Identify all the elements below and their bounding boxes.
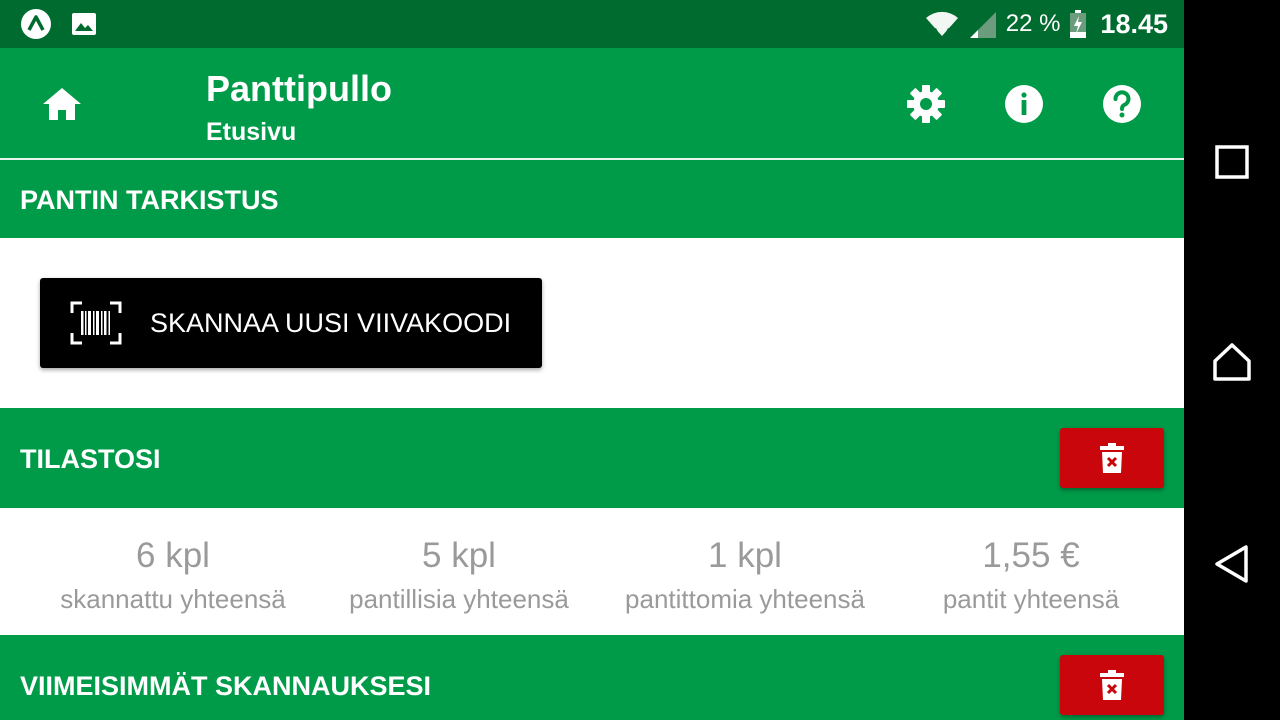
app-notification-icon bbox=[21, 9, 51, 39]
battery-icon bbox=[1070, 10, 1087, 38]
stat-label: skannattu yhteensä bbox=[60, 584, 286, 614]
wifi-icon bbox=[925, 11, 958, 36]
help-icon bbox=[1103, 85, 1141, 123]
stat-value: 6 kpl bbox=[136, 536, 210, 575]
barcode-scan-icon bbox=[70, 301, 122, 345]
settings-button[interactable] bbox=[904, 82, 948, 126]
home-nav-icon[interactable] bbox=[1212, 342, 1252, 382]
home-button[interactable] bbox=[34, 82, 90, 126]
stat-scanned-total: 6 kpl skannattu yhteensä bbox=[30, 508, 316, 635]
page-subtitle: Etusivu bbox=[206, 118, 297, 146]
clock: 18.45 bbox=[1100, 8, 1168, 39]
stat-label: pantillisia yhteensä bbox=[349, 584, 569, 614]
battery-percentage: 22 % bbox=[1005, 10, 1061, 37]
section-title: TILASTOSI bbox=[20, 444, 161, 474]
recents-icon[interactable] bbox=[1212, 142, 1252, 182]
gear-icon bbox=[907, 85, 945, 123]
stat-value: 5 kpl bbox=[422, 536, 496, 575]
scan-area: SKANNAA UUSI VIIVAKOODI bbox=[0, 238, 1184, 408]
stats-panel: 6 kpl skannattu yhteensä 5 kpl pantillis… bbox=[0, 508, 1184, 635]
stat-value: 1 kpl bbox=[708, 536, 782, 575]
status-bar: 22 % 18.45 bbox=[0, 0, 1184, 48]
clear-stats-button[interactable] bbox=[1060, 428, 1164, 488]
stat-label: pantittomia yhteensä bbox=[625, 584, 865, 614]
stat-label: pantit yhteensä bbox=[942, 584, 1120, 614]
image-notification-icon bbox=[72, 13, 96, 35]
info-button[interactable] bbox=[1002, 82, 1046, 126]
section-title: VIIMEISIMMÄT SKANNAUKSESI bbox=[20, 671, 432, 701]
app-bar: Panttipullo Etusivu bbox=[0, 48, 1184, 158]
scan-barcode-button[interactable]: SKANNAA UUSI VIIVAKOODI bbox=[40, 278, 542, 368]
delete-icon bbox=[1100, 670, 1124, 700]
scan-button-label: SKANNAA UUSI VIIVAKOODI bbox=[150, 307, 512, 338]
section-header-recent: VIIMEISIMMÄT SKANNAUKSESI bbox=[0, 635, 1184, 720]
help-button[interactable] bbox=[1100, 82, 1144, 126]
section-header-stats: TILASTOSI bbox=[0, 408, 1184, 508]
stat-no-deposit-total: 1 kpl pantittomia yhteensä bbox=[602, 508, 888, 635]
clear-recent-button[interactable] bbox=[1060, 655, 1164, 715]
section-header-check: PANTIN TARKISTUS bbox=[0, 160, 1184, 238]
app-title: Panttipullo bbox=[206, 68, 392, 109]
signal-icon bbox=[969, 12, 996, 38]
home-icon bbox=[43, 88, 81, 120]
app-window: 22 % 18.45 Panttipullo Etusivu PANTIN TA… bbox=[0, 0, 1184, 720]
section-title: PANTIN TARKISTUS bbox=[20, 185, 279, 215]
system-nav-bar bbox=[1184, 0, 1280, 720]
back-icon[interactable] bbox=[1212, 544, 1252, 584]
stat-deposits-sum: 1,55 € pantit yhteensä bbox=[888, 508, 1174, 635]
stat-value: 1,55 € bbox=[982, 536, 1080, 575]
delete-icon bbox=[1100, 443, 1124, 473]
stat-deposit-total: 5 kpl pantillisia yhteensä bbox=[316, 508, 602, 635]
info-icon bbox=[1005, 85, 1043, 123]
